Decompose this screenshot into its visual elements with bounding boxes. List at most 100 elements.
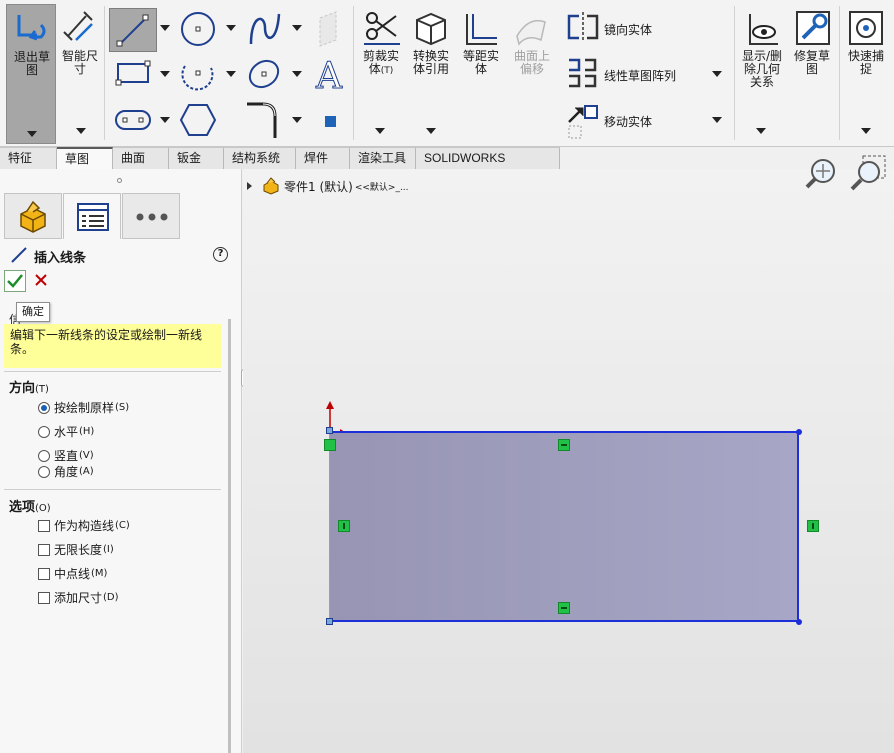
tab-feature-manager[interactable] — [4, 193, 62, 239]
tab-solidworks-inspection[interactable]: SOLIDWORKS Inspection — [416, 147, 560, 185]
checkbox-midpoint-line[interactable]: 中点线 (M) — [38, 565, 107, 582]
smart-dimension-icon[interactable] — [62, 10, 98, 46]
chevron-down-icon[interactable] — [160, 117, 170, 123]
convert-entities-label[interactable]: 转换实体引用 — [408, 50, 454, 76]
chevron-down-icon[interactable] — [756, 128, 766, 134]
circle-icon[interactable] — [179, 10, 217, 48]
rectangle-icon[interactable] — [115, 58, 151, 88]
sketch-point[interactable] — [796, 429, 802, 435]
tab-property-manager[interactable] — [63, 193, 121, 239]
linear-pattern-icon[interactable] — [565, 56, 601, 92]
checkbox[interactable] — [38, 543, 50, 556]
chevron-down-icon[interactable] — [712, 71, 722, 77]
chevron-down-icon[interactable] — [292, 25, 302, 31]
radio-button[interactable] — [38, 401, 50, 414]
vertical-relation-icon[interactable] — [807, 520, 819, 532]
quick-snap-icon[interactable] — [848, 10, 884, 48]
spline-icon[interactable] — [247, 10, 283, 48]
quick-snap-label[interactable]: 快速捕捉 — [843, 50, 889, 76]
sketch-point[interactable] — [326, 427, 333, 434]
checkbox-infinite-length[interactable]: 无限长度 (I) — [38, 541, 114, 558]
checkbox[interactable] — [38, 567, 50, 580]
mirror-label[interactable]: 镜向实体 — [604, 21, 652, 38]
expand-arrow-icon[interactable] — [247, 182, 252, 190]
offset-entities-icon[interactable] — [463, 10, 499, 48]
linear-pattern-label[interactable]: 线性草图阵列 — [604, 67, 676, 84]
repair-sketch-icon[interactable] — [795, 10, 831, 48]
point-icon[interactable] — [324, 115, 338, 129]
tab-render-tools[interactable]: 渲染工具 — [350, 147, 416, 169]
ok-button[interactable] — [4, 270, 26, 292]
help-icon[interactable]: ? — [213, 247, 228, 262]
tab-sheet-metal[interactable]: 钣金 — [169, 147, 224, 169]
polygon-icon[interactable] — [179, 102, 217, 138]
repair-sketch-label[interactable]: 修复草图 — [789, 50, 835, 76]
chevron-down-icon[interactable] — [292, 117, 302, 123]
separator — [353, 6, 354, 140]
chevron-down-icon[interactable] — [712, 117, 722, 123]
fillet-icon[interactable] — [245, 100, 283, 140]
direction-section-title[interactable]: 方向(T) — [9, 377, 49, 396]
feature-tree-flyout[interactable]: 零件1 (默认) <<默认>_... — [247, 177, 409, 195]
vertical-relation-icon[interactable] — [338, 520, 350, 532]
exit-sketch-button[interactable]: 退出草图 — [6, 4, 56, 144]
horizontal-relation-icon[interactable] — [558, 602, 570, 614]
ellipse-icon[interactable] — [245, 56, 283, 92]
checkbox[interactable] — [38, 519, 50, 532]
chevron-down-icon[interactable] — [426, 128, 436, 134]
radio-button[interactable] — [38, 465, 50, 478]
zoom-area-icon[interactable] — [847, 154, 887, 194]
radio-vertical[interactable]: 竖直 (V) — [38, 447, 94, 464]
tab-weldments[interactable]: 焊件 — [296, 147, 350, 169]
trim-label[interactable]: 剪裁实体(T) — [358, 50, 404, 78]
text-icon[interactable]: A — [312, 54, 350, 95]
checkbox-construction[interactable]: 作为构造线 (C) — [38, 517, 130, 534]
radio-angle[interactable]: 角度 (A) — [38, 463, 94, 480]
offset-entities-label[interactable]: 等距实体 — [458, 50, 504, 76]
radio-button[interactable] — [38, 449, 50, 462]
sketch-rectangle[interactable] — [329, 431, 799, 622]
panel-scrollbar[interactable] — [228, 319, 231, 753]
cancel-button[interactable] — [34, 272, 48, 291]
move-entities-icon[interactable] — [565, 104, 601, 140]
tab-more[interactable] — [122, 193, 180, 239]
chevron-down-icon[interactable] — [375, 128, 385, 134]
tab-features[interactable]: 特征 — [0, 147, 57, 169]
chevron-down-icon[interactable] — [226, 71, 236, 77]
trim-icon[interactable] — [362, 10, 402, 50]
move-entities-label[interactable]: 移动实体 — [604, 113, 652, 130]
direction-title-key: (T) — [35, 384, 49, 395]
chevron-down-icon[interactable] — [160, 25, 170, 31]
slot-icon[interactable] — [113, 106, 153, 134]
sketch-point[interactable] — [326, 618, 333, 625]
line-tool-button[interactable] — [109, 8, 157, 52]
tab-surfaces[interactable]: 曲面 — [113, 147, 169, 169]
tab-sketch[interactable]: 草图 — [57, 147, 113, 169]
chevron-down-icon[interactable] — [226, 25, 236, 31]
show-relations-label[interactable]: 显示/删除几何关系 — [739, 50, 785, 89]
panel-grip[interactable] — [117, 178, 122, 183]
mirror-icon[interactable] — [565, 10, 601, 44]
sketch-point[interactable] — [796, 619, 802, 625]
radio-button[interactable] — [38, 425, 50, 438]
chevron-down-icon[interactable] — [76, 128, 86, 134]
surface-offset-icon — [516, 19, 546, 46]
coincident-relation-icon[interactable] — [324, 439, 336, 451]
command-manager: 退出草图 智能尺寸 A 剪裁实体(T) 转换实体引用 等距实体 曲面上偏移 镜向… — [0, 0, 894, 147]
tab-structure-system[interactable]: 结构系统 — [224, 147, 296, 169]
zoom-to-fit-icon[interactable] — [803, 156, 839, 192]
chevron-down-icon[interactable] — [27, 131, 37, 137]
options-section-title[interactable]: 选项(O) — [9, 496, 51, 515]
chevron-down-icon[interactable] — [292, 71, 302, 77]
chevron-down-icon[interactable] — [861, 128, 871, 134]
chevron-down-icon[interactable] — [160, 71, 170, 77]
checkbox[interactable] — [38, 591, 50, 604]
convert-entities-icon[interactable] — [413, 10, 449, 48]
arc-icon[interactable] — [179, 54, 217, 92]
radio-horizontal[interactable]: 水平 (H) — [38, 423, 94, 440]
radio-as-sketched[interactable]: 按绘制原样 (S) — [38, 399, 129, 416]
horizontal-relation-icon[interactable] — [558, 439, 570, 451]
smart-dimension-label[interactable]: 智能尺寸 — [60, 50, 100, 76]
checkbox-add-dimensions[interactable]: 添加尺寸 (D) — [38, 589, 119, 606]
show-relations-icon[interactable] — [744, 10, 780, 48]
